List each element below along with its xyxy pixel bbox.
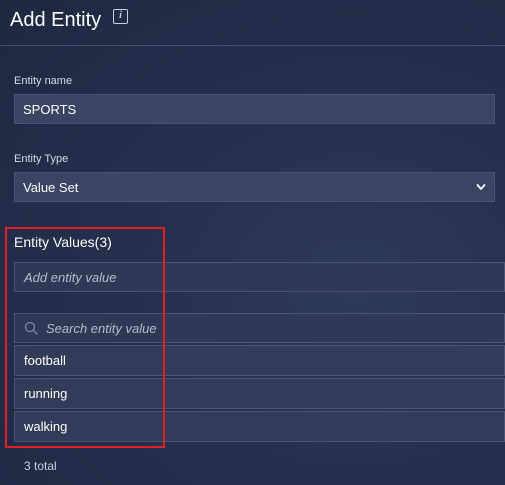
- entity-name-label: Entity name: [14, 75, 73, 87]
- entity-type-selected-value: Value Set: [23, 179, 79, 195]
- total-count: 3 total: [24, 459, 57, 473]
- entity-value-row[interactable]: football: [14, 345, 505, 376]
- entity-value-row[interactable]: walking: [14, 411, 505, 442]
- entity-value-row[interactable]: running: [14, 378, 505, 409]
- search-entity-value-placeholder: Search entity value: [46, 320, 157, 336]
- entity-name-field[interactable]: SPORTS: [14, 94, 495, 124]
- info-icon[interactable]: i: [113, 9, 128, 24]
- entity-type-select[interactable]: Value Set: [14, 172, 495, 202]
- chevron-down-icon: [476, 184, 486, 190]
- entity-type-label: Entity Type: [14, 153, 69, 165]
- entity-value-text: running: [24, 386, 68, 401]
- add-entity-value-placeholder: Add entity value: [24, 269, 117, 285]
- entity-values-title: Entity Values(3): [14, 234, 112, 250]
- entity-value-text: walking: [24, 419, 68, 434]
- search-icon: [24, 321, 38, 335]
- search-entity-value-input[interactable]: Search entity value: [14, 313, 505, 343]
- add-entity-value-input[interactable]: Add entity value: [14, 262, 505, 292]
- page-title: Add Entity: [10, 9, 102, 31]
- page-header: Add Entity i: [0, 0, 505, 46]
- entity-value-text: football: [24, 353, 66, 368]
- entity-name-value: SPORTS: [23, 101, 77, 117]
